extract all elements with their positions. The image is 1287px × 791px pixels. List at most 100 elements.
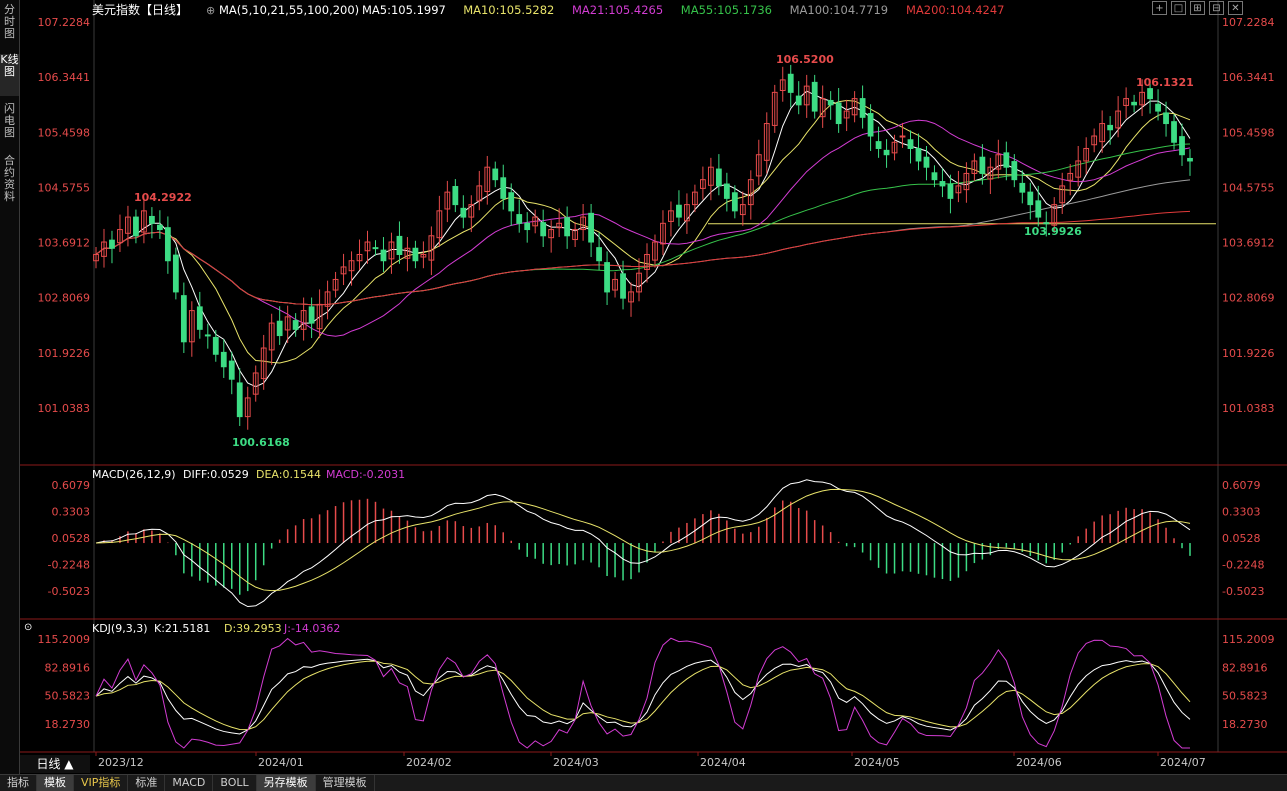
chart-area[interactable]: 美元指数【日线】 ⊕ MA(5,10,21,55,100,200) MA5:10… xyxy=(20,0,1287,774)
candle-body xyxy=(596,247,602,262)
tab-contract-info[interactable]: 合约资料 xyxy=(0,155,19,211)
zoom-in-button[interactable]: ⊞ xyxy=(1190,1,1205,15)
x-tick-label: 2024/06 xyxy=(1016,756,1062,769)
candle-body xyxy=(156,224,163,231)
price-tick-label: 105.4598 xyxy=(38,126,91,139)
price-tick-label: 104.5755 xyxy=(38,181,91,194)
kdj-tick-label: 18.2730 xyxy=(45,718,91,731)
candle-body xyxy=(811,81,818,112)
candle-body xyxy=(412,247,419,262)
macd-tick-label: 0.0528 xyxy=(1222,532,1261,545)
price-tick-label: 106.3441 xyxy=(1222,71,1275,84)
price-annotation: 104.2922 xyxy=(134,191,192,204)
ma-value: MA5:105.1997 xyxy=(362,3,446,17)
candle-body xyxy=(883,149,890,156)
price-annotation: 100.6168 xyxy=(232,436,290,449)
price-annotation: 103.9926 xyxy=(1024,225,1082,238)
macd-tick-label: 0.3303 xyxy=(52,506,91,519)
tab-manage-templates[interactable]: 管理模板 xyxy=(316,775,375,791)
tab-flash-chart[interactable]: 闪电图 xyxy=(0,103,19,145)
price-tick-label: 101.0383 xyxy=(1222,402,1275,415)
macd-tick-label: -0.2248 xyxy=(1222,559,1264,572)
close-button[interactable]: ✕ xyxy=(1228,1,1243,15)
candle-body xyxy=(588,212,594,243)
candle-body xyxy=(620,273,626,299)
x-tick-label: 2024/03 xyxy=(553,756,599,769)
tab-time-chart-label: 分时图 xyxy=(4,3,15,40)
candle-body xyxy=(396,235,403,255)
kdj-tick-label: 18.2730 xyxy=(1222,718,1268,731)
ma-label: MA(5,10,21,55,100,200) xyxy=(219,3,359,17)
candle-body xyxy=(308,306,315,324)
window-controls: + □ ⊞ ⊟ ✕ xyxy=(1152,1,1243,15)
macd-tick-label: 0.6079 xyxy=(52,479,91,492)
crosshair-button[interactable]: + xyxy=(1152,1,1167,15)
macd-tick-label: 0.3303 xyxy=(1222,506,1261,519)
candle-body xyxy=(1003,152,1010,168)
candle-body xyxy=(899,135,906,138)
candle-body xyxy=(723,183,730,199)
macd-label: MACD(26,12,9) xyxy=(92,468,176,481)
tab-boll[interactable]: BOLL xyxy=(213,775,257,791)
tab-standard[interactable]: 标准 xyxy=(128,775,166,791)
zoom-out-button[interactable]: ⊟ xyxy=(1209,1,1224,15)
price-tick-label: 101.9226 xyxy=(38,347,91,360)
footer-tabs: 指标 模板 VIP指标 标准 MACD BOLL 另存模板 管理模板 xyxy=(0,774,1287,791)
kdj-toggle-icon[interactable]: ⊙ xyxy=(24,622,32,633)
candle-body xyxy=(1131,101,1137,106)
ma-value: MA55:105.1736 xyxy=(681,3,772,17)
candle-body xyxy=(492,168,499,181)
candle-body xyxy=(508,192,515,212)
tab-time-chart[interactable]: 分时图 xyxy=(0,4,19,44)
kdj-tick-label: 115.2009 xyxy=(1222,633,1275,646)
candle-body xyxy=(875,141,882,149)
candle-body xyxy=(1155,103,1161,112)
tab-vip-indicators[interactable]: VIP指标 xyxy=(74,775,129,791)
kdj-tick-label: 115.2009 xyxy=(38,633,91,646)
candle-body xyxy=(1187,157,1193,162)
candle-body xyxy=(133,216,139,237)
kdj-k: K:21.5181 xyxy=(154,622,210,635)
tab-macd[interactable]: MACD xyxy=(165,775,214,791)
price-tick-label: 103.6912 xyxy=(1222,237,1275,250)
x-tick-label: 2023/12 xyxy=(98,756,144,769)
candle-body xyxy=(460,207,467,218)
ma-value: MA200:104.4247 xyxy=(906,3,1005,17)
tab-save-template[interactable]: 另存模板 xyxy=(256,775,316,791)
price-tick-label: 102.8069 xyxy=(38,292,91,305)
candle-body xyxy=(220,351,227,368)
price-tick-label: 101.9226 xyxy=(1222,347,1275,360)
candle-body xyxy=(212,336,219,355)
candle-body xyxy=(1147,88,1153,100)
kdj-d: D:39.2953 xyxy=(224,622,282,635)
candle-body xyxy=(452,186,459,206)
macd-value: MACD:-0.2031 xyxy=(326,468,405,481)
restore-button[interactable]: □ xyxy=(1171,1,1186,15)
candle-body xyxy=(180,295,187,343)
tab-kline-chart[interactable]: K线图 xyxy=(0,54,19,96)
tab-templates[interactable]: 模板 xyxy=(37,775,74,791)
kdj-j: J:-14.0362 xyxy=(283,622,340,635)
tab-kline-chart-label: K线图 xyxy=(0,53,19,78)
candle-body xyxy=(931,172,938,181)
candle-body xyxy=(540,222,547,237)
candle-body xyxy=(1171,121,1177,143)
candle-body xyxy=(859,98,866,118)
macd-tick-label: 0.0528 xyxy=(52,532,91,545)
tab-indicators[interactable]: 指标 xyxy=(0,775,37,791)
candle-body xyxy=(1043,222,1050,225)
settings-icon[interactable]: ⊕ xyxy=(206,4,215,17)
period-selector[interactable]: 日线 ▲ xyxy=(20,755,90,773)
candle-body xyxy=(172,254,179,293)
candle-body xyxy=(196,306,203,330)
candle-body xyxy=(676,204,682,218)
price-tick-label: 106.3441 xyxy=(38,71,91,84)
candle-body xyxy=(380,249,387,262)
candle-body xyxy=(795,95,802,106)
candle-body xyxy=(827,99,834,106)
chart-title: 美元指数【日线】 xyxy=(92,2,188,17)
price-annotation: 106.5200 xyxy=(776,53,834,66)
candle-body xyxy=(835,102,842,125)
x-tick-label: 2024/07 xyxy=(1160,756,1206,769)
x-tick-label: 2024/05 xyxy=(854,756,900,769)
